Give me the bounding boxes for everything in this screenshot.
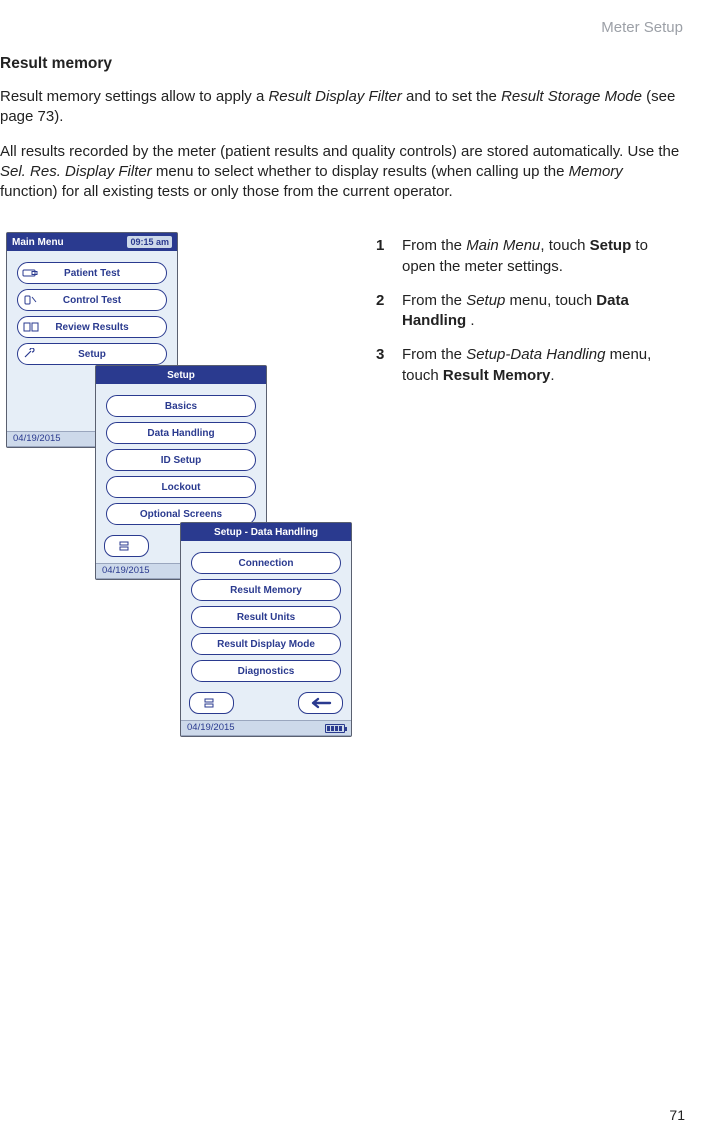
patient-test-button[interactable]: Patient Test [17, 262, 167, 284]
intro-paragraph-1: Result memory settings allow to apply a … [0, 87, 683, 128]
text: menu, touch [505, 292, 596, 309]
device-title: Setup [167, 369, 195, 383]
section-title: Result memory [0, 54, 683, 75]
emphasis-text: Memory [569, 163, 623, 180]
step-number: 2 [376, 291, 402, 332]
button-label: Result Memory [230, 584, 302, 598]
text: and to set the [402, 88, 501, 105]
emphasis-text: Result Display Filter [268, 88, 401, 105]
button-label: Review Results [55, 321, 128, 335]
setup-button[interactable]: Setup [17, 343, 167, 365]
logout-icon [203, 697, 221, 709]
basics-button[interactable]: Basics [106, 395, 256, 417]
battery-icon [325, 724, 345, 733]
page-header: Meter Setup [0, 0, 711, 48]
device-date: 04/19/2015 [187, 722, 235, 735]
page-number: 71 [669, 1106, 685, 1125]
text: From the [402, 346, 466, 363]
button-label: Basics [165, 400, 197, 414]
step-number: 3 [376, 345, 402, 386]
emphasis-text: Result Storage Mode [501, 88, 642, 105]
device-titlebar: Main Menu 09:15 am [7, 233, 177, 251]
text: menu to select whether to display result… [152, 163, 569, 180]
screens-illustration: Main Menu 09:15 am Patient Test C [0, 232, 350, 812]
emphasis-text: Sel. Res. Display Filter [0, 163, 152, 180]
intro-paragraph-2: All results recorded by the meter (patie… [0, 142, 683, 203]
emphasis-text: Main Menu [466, 237, 540, 254]
device-title: Setup - Data Handling [214, 526, 318, 540]
button-label: Setup [78, 348, 106, 362]
bold-text: Setup [590, 237, 632, 254]
button-label: ID Setup [161, 454, 202, 468]
button-label: Lockout [162, 481, 201, 495]
device-titlebar: Setup - Data Handling [181, 523, 351, 541]
device-date: 04/19/2015 [13, 433, 61, 446]
button-label: Connection [239, 557, 294, 571]
button-label: Result Units [237, 611, 295, 625]
logout-button[interactable] [189, 692, 234, 714]
text: From the [402, 237, 466, 254]
text: All results recorded by the meter (patie… [0, 143, 679, 160]
bold-text: Result Memory [443, 367, 551, 384]
result-display-mode-button[interactable]: Result Display Mode [191, 633, 341, 655]
result-units-button[interactable]: Result Units [191, 606, 341, 628]
data-handling-button[interactable]: Data Handling [106, 422, 256, 444]
button-label: Data Handling [147, 427, 214, 441]
step-1: 1 From the Main Menu, touch Setup to ope… [376, 236, 683, 277]
step-2: 2 From the Setup menu, touch Data Handli… [376, 291, 683, 332]
logout-icon [118, 540, 136, 552]
lockout-button[interactable]: Lockout [106, 476, 256, 498]
results-icon [22, 320, 40, 334]
device-date: 04/19/2015 [102, 565, 150, 578]
text: , touch [540, 237, 589, 254]
text: Result memory settings allow to apply a [0, 88, 268, 105]
device-titlebar: Setup [96, 366, 266, 384]
review-results-button[interactable]: Review Results [17, 316, 167, 338]
bottle-icon [22, 293, 40, 307]
emphasis-text: Setup [466, 292, 505, 309]
button-label: Control Test [63, 294, 121, 308]
back-arrow-icon [308, 696, 334, 710]
text: From the [402, 292, 466, 309]
button-label: Patient Test [64, 267, 120, 281]
result-memory-button[interactable]: Result Memory [191, 579, 341, 601]
id-setup-button[interactable]: ID Setup [106, 449, 256, 471]
device-data-handling-menu: Setup - Data Handling Connection Result … [180, 522, 352, 737]
text: function) for all existing tests or only… [0, 183, 453, 200]
text: . [466, 312, 474, 329]
emphasis-text: Setup-Data Handling [466, 346, 605, 363]
back-button[interactable] [298, 692, 343, 714]
device-footer: 04/19/2015 [181, 720, 351, 736]
connection-button[interactable]: Connection [191, 552, 341, 574]
text: . [550, 367, 554, 384]
step-3: 3 From the Setup-Data Handling menu, tou… [376, 345, 683, 386]
steps-list: 1 From the Main Menu, touch Setup to ope… [376, 232, 683, 812]
wrench-icon [22, 347, 40, 361]
test-strip-icon [22, 266, 40, 280]
diagnostics-button[interactable]: Diagnostics [191, 660, 341, 682]
button-label: Optional Screens [140, 508, 222, 522]
device-time: 09:15 am [127, 236, 172, 248]
button-label: Result Display Mode [217, 638, 315, 652]
button-label: Diagnostics [238, 665, 295, 679]
device-title: Main Menu [12, 236, 64, 250]
logout-button[interactable] [104, 535, 149, 557]
control-test-button[interactable]: Control Test [17, 289, 167, 311]
step-number: 1 [376, 236, 402, 277]
